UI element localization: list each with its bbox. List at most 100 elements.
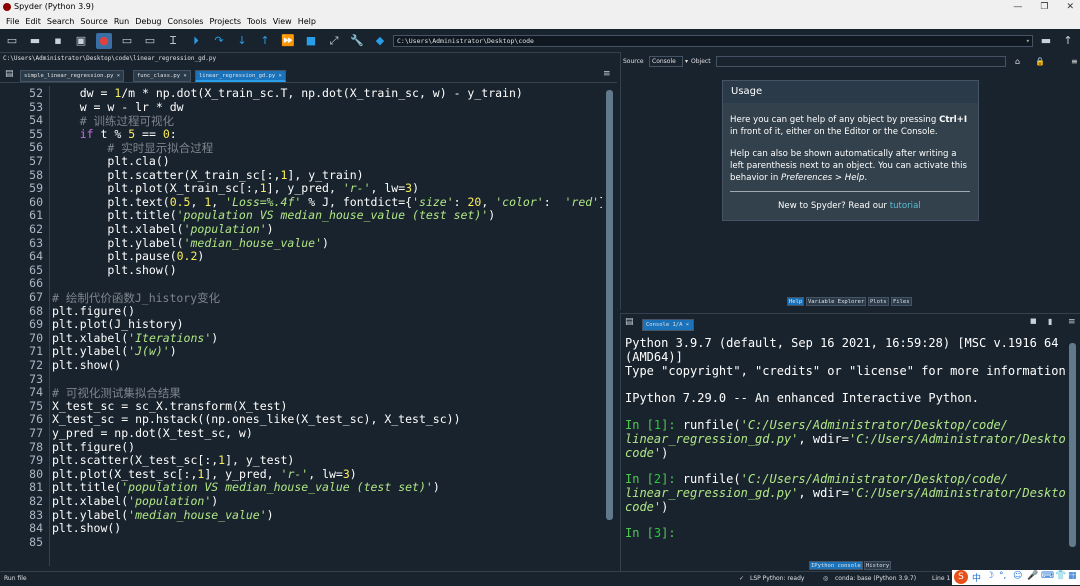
object-input[interactable] [716,56,1006,67]
run-selection-icon[interactable]: Ɪ [165,33,181,49]
menu-edit[interactable]: Edit [22,14,44,29]
menu-help[interactable]: Help [295,14,319,29]
code-line: plt.figure() [52,303,136,318]
tab-list-icon[interactable]: ▤ [625,317,634,327]
code-line: plt.show() [52,358,122,372]
minimize-button[interactable]: — [1013,0,1022,14]
usage-paragraph-2: Help can also be shown automatically aft… [730,148,975,184]
menu-source[interactable]: Source [77,14,110,29]
clear-console-icon[interactable]: ▮ [1048,317,1052,326]
maximize-pane-icon[interactable]: ⤢ [326,33,342,49]
tab-simple-linear-regression[interactable]: simple_linear_regression.py × [20,70,125,82]
preferences-run-icon[interactable]: ● [96,33,112,49]
source-combo[interactable]: Console [649,56,683,67]
line-number: 70 [29,330,43,345]
lock-icon[interactable]: 🔒 [1035,55,1045,68]
preferences-link: Preferences > Help [781,173,865,183]
emoji-icon[interactable]: ☺ [1013,571,1022,581]
console-line: In [2]: runfile('C:/Users/Administrator/… [625,472,1008,486]
menu-projects[interactable]: Projects [206,14,244,29]
line-number: 61 [29,208,43,223]
console-line: Type "copyright", "credits" or "license"… [625,364,1065,378]
lsp-status[interactable]: LSP Python: ready [750,572,804,586]
stop-debug-icon[interactable]: ■ [303,33,319,49]
console-line: code') [625,500,669,514]
line-number: 54 [29,113,43,128]
tab-variable-explorer[interactable]: Variable Explorer [806,297,867,306]
ime-chinese-icon[interactable]: 中 [972,571,981,584]
new-file-icon[interactable]: ▭ [4,33,20,49]
save-icon[interactable]: ▪ [50,33,66,49]
conda-status[interactable]: conda: base (Python 3.9.7) [835,572,916,586]
line-number: 81 [29,480,43,495]
step-into-icon[interactable]: ↓ [234,33,250,49]
options-menu-icon[interactable]: ≡ [1071,55,1078,68]
line-number: 66 [29,276,43,291]
step-over-icon[interactable]: ↷ [211,33,227,49]
code-line: plt.plot(J_history) [52,317,184,332]
microphone-icon[interactable]: 🎤 [1027,571,1038,581]
sogou-ime-icon[interactable]: S [954,570,968,584]
editor-scroll-thumb[interactable] [606,90,613,520]
step-return-icon[interactable]: ↑ [257,33,273,49]
line-number: 58 [29,167,43,182]
run-cell-icon[interactable]: ▭ [142,33,158,49]
menu-run[interactable]: Run [111,14,132,29]
line-number: 84 [29,521,43,536]
tab-ipython-console[interactable]: IPython console [809,561,863,570]
tab-func-class[interactable]: func_class.py × [133,70,191,82]
ime-moon-icon[interactable]: ☽ [986,571,994,581]
ime-punct-icon[interactable]: °, [999,571,1006,581]
menu-tools[interactable]: Tools [244,14,270,29]
run-file-icon[interactable]: ▭ [119,33,135,49]
browse-folder-icon[interactable]: ▬ [1038,33,1054,49]
usage-paragraph-1: Here you can get help of any object by p… [730,114,975,138]
ipython-console-output[interactable]: Python 3.9.7 (default, Sep 16 2021, 16:5… [625,336,1065,551]
save-all-icon[interactable]: ▣ [73,33,89,49]
help-toolbar: Source Console ▾ Object ⌂ 🔒 ≡ [623,55,1078,68]
console-scroll-thumb[interactable] [1069,343,1076,547]
menu-consoles[interactable]: Consoles [165,14,207,29]
working-directory-combo[interactable]: C:\Users\Administrator\Desktop\code ▾ [393,35,1033,47]
open-file-icon[interactable]: ▬ [27,33,43,49]
line-number: 80 [29,466,43,481]
source-label: Source [623,58,644,65]
shirt-icon[interactable]: 👕 [1055,571,1066,581]
tab-list-icon[interactable]: ▤ [5,69,14,79]
tab-plots[interactable]: Plots [868,297,889,306]
debug-icon[interactable]: ⏵ [188,33,204,49]
object-label: Object [691,58,711,65]
stop-kernel-icon[interactable]: ■ [1030,317,1037,325]
grid-menu-icon[interactable]: ▦ [1068,571,1077,581]
maximize-button[interactable]: ❐ [1040,0,1048,14]
code-area[interactable]: dw = 1/m * np.dot(X_train_sc.T, np.dot(X… [52,86,602,566]
menu-view[interactable]: View [270,14,295,29]
tab-files[interactable]: Files [891,297,912,306]
continue-icon[interactable]: ⏩ [280,33,296,49]
home-icon[interactable]: ⌂ [1015,55,1020,68]
chevron-down-icon[interactable]: ▾ [1026,36,1030,46]
wrench-icon[interactable]: 🔧 [349,33,365,49]
line-number: 76 [29,412,43,427]
menu-search[interactable]: Search [44,14,77,29]
tab-linear-regression-gd[interactable]: linear_regression_gd.py × [195,70,286,82]
code-line: plt.text(0.5, 1, 'Loss=%.4f' % J, fontdi… [52,194,602,209]
line-number: 53 [29,99,43,114]
editor-options-icon[interactable]: ≡ [603,69,611,79]
menu-debug[interactable]: Debug [132,14,164,29]
python-path-icon[interactable]: ◆ [372,33,388,49]
tutorial-link[interactable]: tutorial [890,201,921,211]
console-options-icon[interactable]: ≡ [1068,317,1076,327]
editor-file-path: C:\Users\Administrator\Desktop\code\line… [3,55,217,62]
tab-console-1a[interactable]: Console 1/A × [642,319,694,331]
menu-file[interactable]: File [3,14,22,29]
console-line: code') [625,446,669,460]
code-line: dw = 1/m * np.dot(X_train_sc.T, np.dot(X… [52,86,523,100]
parent-directory-icon[interactable]: ↑ [1060,33,1076,49]
close-button[interactable]: ✕ [1066,0,1074,14]
keyboard-icon[interactable]: ⌨ [1041,571,1054,581]
tab-help[interactable]: Help [787,297,805,306]
working-directory-value: C:\Users\Administrator\Desktop\code [397,37,534,45]
chevron-down-icon[interactable]: ▾ [685,55,688,68]
tab-history[interactable]: History [864,561,892,570]
